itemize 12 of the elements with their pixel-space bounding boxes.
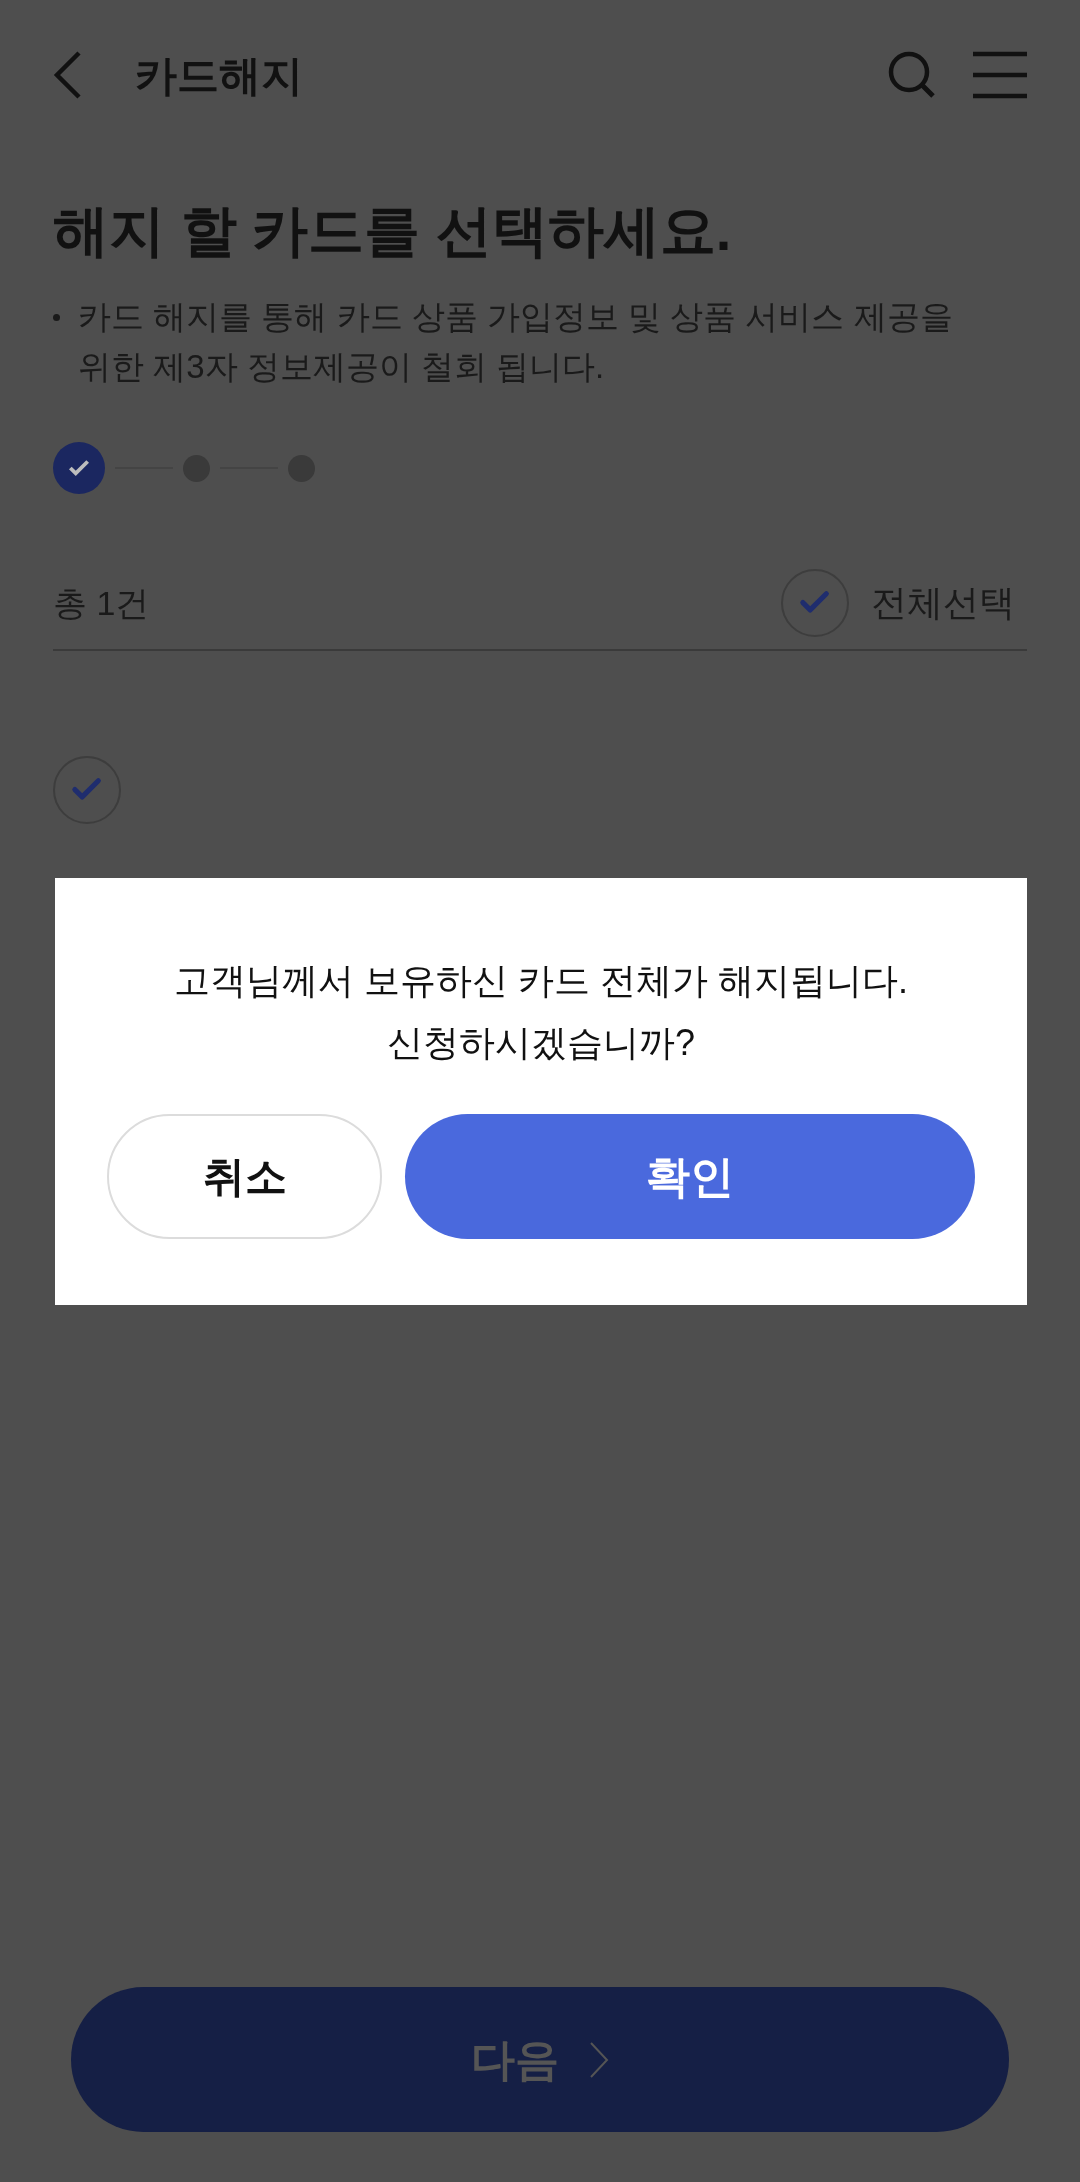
select-all-checkbox[interactable] xyxy=(781,569,849,637)
page-heading: 해지 할 카드를 선택하세요. xyxy=(53,198,733,264)
search-icon[interactable] xyxy=(887,50,937,100)
cancel-button[interactable]: 취소 xyxy=(107,1114,382,1239)
chevron-right-icon xyxy=(589,2040,609,2079)
page-title: 카드해지 xyxy=(135,50,303,101)
back-icon[interactable] xyxy=(53,50,83,100)
card-checkbox[interactable] xyxy=(53,756,121,824)
bullet-icon xyxy=(53,314,60,321)
menu-icon[interactable] xyxy=(973,51,1027,99)
dialog-message: 고객님께서 보유하신 카드 전체가 해지됩니다. 신청하시겠습니까? xyxy=(174,959,908,1065)
confirm-button[interactable]: 확인 xyxy=(405,1114,975,1239)
